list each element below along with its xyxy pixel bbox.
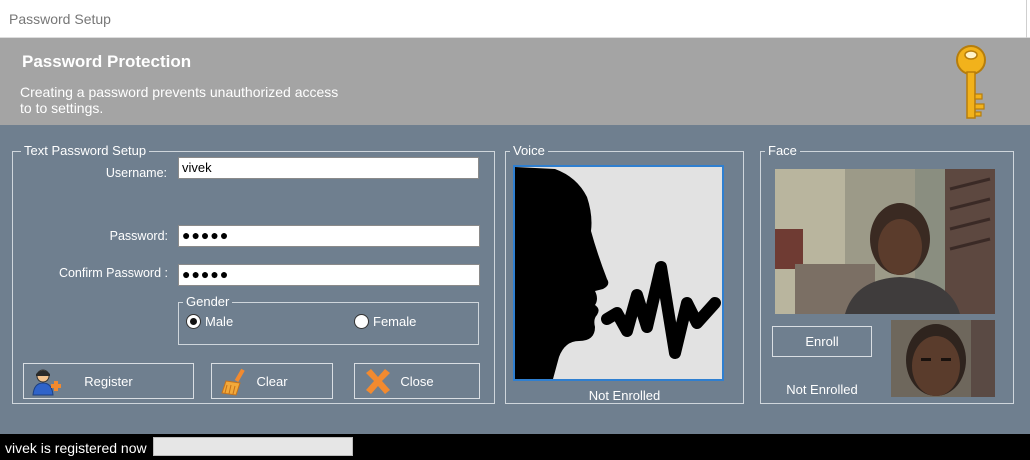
gender-female-label: Female [373, 314, 417, 329]
username-input[interactable]: vivek [178, 157, 479, 179]
face-status: Not Enrolled [786, 382, 858, 397]
gender-male-radio[interactable]: Male [186, 314, 233, 329]
password-input[interactable]: ●●●●● [178, 225, 480, 247]
title-bar-edge [1026, 0, 1027, 38]
confirm-password-label: Confirm Password : [58, 266, 168, 280]
radio-unselected-icon [354, 314, 369, 329]
webcam-image [775, 169, 995, 314]
voice-legend: Voice [510, 143, 548, 159]
face-legend: Face [765, 143, 800, 159]
password-label: Password: [109, 229, 168, 243]
gender-female-radio[interactable]: Female [354, 314, 416, 329]
enroll-button[interactable]: Enroll [772, 326, 872, 357]
clear-button[interactable]: Clear [211, 363, 333, 399]
status-progress-bar [153, 437, 353, 456]
text-password-legend: Text Password Setup [21, 143, 150, 159]
close-button[interactable]: Close [354, 363, 480, 399]
key-icon [956, 45, 986, 119]
header-title: Password Protection [22, 52, 192, 71]
radio-selected-icon [186, 314, 201, 329]
voice-status: Not Enrolled [588, 388, 661, 403]
speaking-head-icon [515, 167, 721, 379]
add-user-icon [32, 369, 61, 396]
confirm-password-input[interactable]: ●●●●● [178, 264, 480, 286]
face-capture-thumbnail [891, 320, 995, 397]
status-message: vivek is registered now [5, 440, 147, 456]
enroll-label: Enroll [805, 334, 839, 349]
header-banner: Password Protection Creating a password … [0, 38, 1030, 125]
header-description: Creating a password prevents unauthorize… [20, 84, 339, 116]
gender-legend: Gender [183, 294, 233, 310]
face-camera-preview [775, 169, 995, 314]
status-bar: vivek is registered now [0, 434, 1030, 460]
gender-male-label: Male [205, 314, 234, 329]
broom-icon [221, 368, 245, 396]
voice-panel[interactable] [513, 165, 724, 381]
captured-face-image [891, 320, 995, 397]
window-title: Password Setup [9, 11, 111, 27]
close-x-icon [366, 369, 390, 394]
username-label: Username: [105, 166, 167, 180]
title-bar: Password Setup [0, 0, 1030, 38]
register-button[interactable]: Register [23, 363, 194, 399]
